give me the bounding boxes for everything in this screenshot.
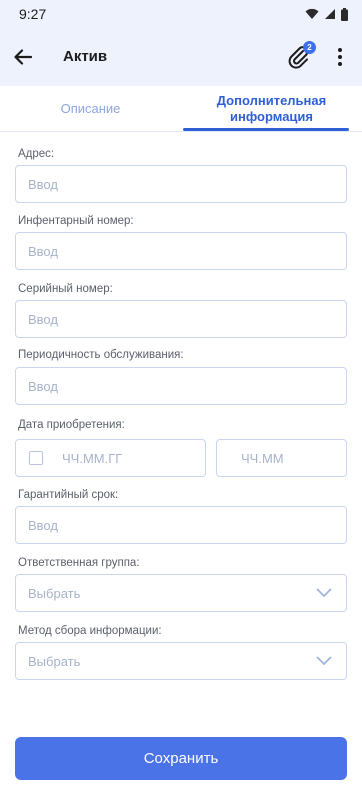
purchase-time-input[interactable]: ЧЧ.ММ xyxy=(216,439,347,477)
responsible-group-label: Ответственная группа: xyxy=(18,557,140,569)
more-dot-icon xyxy=(338,62,342,66)
purchase-time-placeholder: ЧЧ.ММ xyxy=(241,450,284,466)
address-label: Адрес: xyxy=(18,148,55,160)
status-bar: 9:27 xyxy=(0,0,362,28)
status-time: 9:27 xyxy=(19,6,47,22)
status-icons xyxy=(305,7,348,21)
maintenance-frequency-label: Периодичность обслуживания: xyxy=(18,349,184,361)
tab-bar: Описание Дополнительная информация xyxy=(0,86,362,132)
more-dot-icon xyxy=(338,55,342,59)
page-title: Актив xyxy=(63,48,108,65)
inventory-number-label: Инфентарный номер: xyxy=(18,215,134,227)
more-options-button[interactable] xyxy=(330,46,350,68)
tab-description[interactable]: Описание xyxy=(0,86,181,131)
signal-icon xyxy=(325,9,335,19)
purchase-date-checkbox[interactable] xyxy=(29,451,43,465)
warranty-input[interactable]: Ввод xyxy=(15,506,347,544)
attachments-button[interactable]: 2 xyxy=(286,41,316,70)
save-button-label: Сохранить xyxy=(143,750,219,767)
warranty-label: Гарантийный срок: xyxy=(18,489,119,501)
back-button[interactable] xyxy=(12,46,34,68)
battery-icon xyxy=(341,7,348,21)
address-input[interactable]: Ввод xyxy=(15,165,347,203)
serial-number-input[interactable]: Ввод xyxy=(15,300,347,338)
serial-number-label: Серийный номер: xyxy=(18,283,113,295)
chevron-down-icon xyxy=(316,656,332,665)
tab-label-line2: информация xyxy=(229,108,313,124)
save-button[interactable]: Сохранить xyxy=(15,737,347,780)
maintenance-frequency-placeholder: Ввод xyxy=(28,378,58,394)
maintenance-frequency-input[interactable]: Ввод xyxy=(15,367,347,405)
tab-description-label: Описание xyxy=(60,101,121,116)
warranty-placeholder: Ввод xyxy=(28,517,58,533)
attachment-count-badge: 2 xyxy=(303,41,316,54)
responsible-group-placeholder: Выбрать xyxy=(28,585,81,601)
collection-method-label: Метод сбора информации: xyxy=(18,625,162,637)
active-tab-indicator xyxy=(183,128,349,131)
inventory-number-input[interactable]: Ввод xyxy=(15,232,347,270)
arrow-left-icon xyxy=(14,49,32,65)
address-placeholder: Ввод xyxy=(28,176,58,192)
tab-additional-info[interactable]: Дополнительная информация xyxy=(181,86,362,131)
chevron-down-icon xyxy=(316,588,332,597)
collection-method-select[interactable]: Выбрать xyxy=(15,642,347,680)
purchase-date-input[interactable]: ЧЧ.ММ.ГГ xyxy=(15,439,206,477)
tab-additional-info-label: Дополнительная информация xyxy=(217,93,326,125)
purchase-date-placeholder: ЧЧ.ММ.ГГ xyxy=(62,450,123,466)
more-dot-icon xyxy=(338,48,342,52)
purchase-date-label: Дата приобретения: xyxy=(18,419,125,431)
app-bar: Актив 2 xyxy=(0,28,362,86)
tab-label-line1: Дополнительная xyxy=(216,92,327,108)
collection-method-placeholder: Выбрать xyxy=(28,653,81,669)
inventory-number-placeholder: Ввод xyxy=(28,243,58,259)
wifi-icon xyxy=(305,8,319,19)
responsible-group-select[interactable]: Выбрать xyxy=(15,574,347,612)
serial-number-placeholder: Ввод xyxy=(28,311,58,327)
